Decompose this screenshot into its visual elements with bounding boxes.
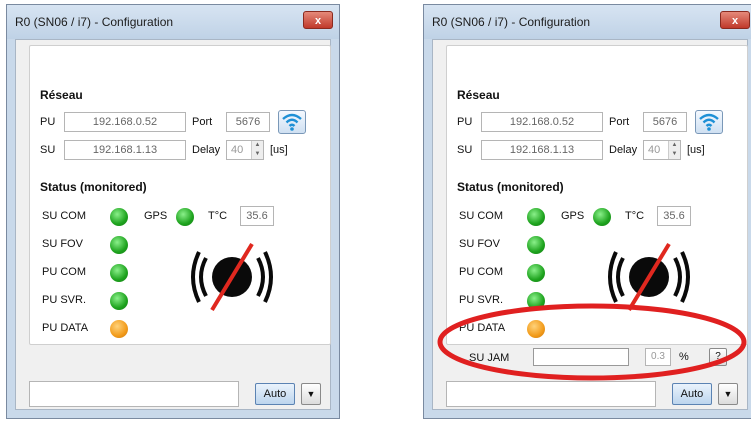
su-com-led <box>527 208 545 226</box>
temp-label: T°C <box>208 210 228 222</box>
gps-led <box>593 208 611 226</box>
temp-field: 35.6 <box>657 206 691 226</box>
port-label: Port <box>192 116 213 128</box>
su-ip-field[interactable]: 192.168.1.13 <box>481 140 603 160</box>
title-bar[interactable]: R0 (SN06 / i7) - Configuration x <box>7 5 339 39</box>
spinner-arrows[interactable]: ▲ ▼ <box>668 141 680 159</box>
chevron-down-icon: ▼ <box>723 389 733 399</box>
status-label-pu-svr: PU SVR. <box>42 294 87 306</box>
close-icon: x <box>731 15 739 27</box>
pu-ip-field[interactable]: 192.168.0.52 <box>481 112 603 132</box>
delay-label: Delay <box>192 144 221 156</box>
network-heading: Réseau <box>457 88 500 102</box>
window-title: R0 (SN06 / i7) - Configuration <box>432 15 591 29</box>
auto-button[interactable]: Auto <box>672 383 712 405</box>
window-title: R0 (SN06 / i7) - Configuration <box>15 15 174 29</box>
status-heading: Status (monitored) <box>40 180 147 194</box>
dropdown-button[interactable]: ▼ <box>301 383 321 405</box>
status-label-su-fov: SU FOV <box>42 238 83 250</box>
wifi-icon <box>282 113 302 131</box>
wifi-icon <box>699 113 719 131</box>
delay-value: 40 <box>648 144 661 156</box>
pu-com-led <box>110 264 128 282</box>
temp-label: T°C <box>625 210 645 222</box>
delay-unit: [us] <box>270 144 288 156</box>
close-button[interactable]: x <box>303 11 333 29</box>
status-label-su-com: SU COM <box>42 210 86 222</box>
close-button[interactable]: x <box>720 11 750 29</box>
status-label-pu-com: PU COM <box>459 266 503 278</box>
su-label: SU <box>40 144 56 156</box>
delay-unit: [us] <box>687 144 705 156</box>
arrow-up-icon: ▲ <box>671 142 678 148</box>
delay-spinner[interactable]: 40 ▲ ▼ <box>226 140 264 160</box>
close-icon: x <box>314 15 322 27</box>
status-label-su-com: SU COM <box>459 210 503 222</box>
status-label-su-fov: SU FOV <box>459 238 500 250</box>
arrow-down-icon: ▼ <box>254 151 261 157</box>
status-message-field <box>446 381 656 407</box>
su-ip-field[interactable]: 192.168.1.13 <box>64 140 186 160</box>
status-label-pu-com: PU COM <box>42 266 86 278</box>
temp-field: 35.6 <box>240 206 274 226</box>
pu-svr-led <box>110 292 128 310</box>
status-message-field <box>29 381 239 407</box>
gps-led <box>176 208 194 226</box>
transmitter-off-icon <box>190 238 274 316</box>
config-window-left: R0 (SN06 / i7) - Configuration x Réseau … <box>6 4 340 419</box>
port-field[interactable]: 5676 <box>226 112 270 132</box>
highlight-ellipse <box>437 303 747 381</box>
settings-panel: Réseau PU 192.168.0.52 Port 5676 SU 192.… <box>29 45 331 345</box>
pu-label: PU <box>457 116 473 128</box>
pu-label: PU <box>40 116 56 128</box>
dropdown-button[interactable]: ▼ <box>718 383 738 405</box>
pu-ip-field[interactable]: 192.168.0.52 <box>64 112 186 132</box>
su-label: SU <box>457 144 473 156</box>
title-bar[interactable]: R0 (SN06 / i7) - Configuration x <box>424 5 751 39</box>
chevron-down-icon: ▼ <box>306 389 316 399</box>
delay-label: Delay <box>609 144 638 156</box>
su-fov-led <box>110 236 128 254</box>
gps-label: GPS <box>144 210 168 222</box>
port-field[interactable]: 5676 <box>643 112 687 132</box>
arrow-up-icon: ▲ <box>254 142 261 148</box>
su-fov-led <box>527 236 545 254</box>
arrow-down-icon: ▼ <box>671 151 678 157</box>
delay-spinner[interactable]: 40 ▲ ▼ <box>643 140 681 160</box>
auto-button[interactable]: Auto <box>255 383 295 405</box>
gps-label: GPS <box>561 210 585 222</box>
pu-data-led <box>110 320 128 338</box>
delay-value: 40 <box>231 144 244 156</box>
pu-com-led <box>527 264 545 282</box>
status-label-pu-data: PU DATA <box>42 322 89 334</box>
spinner-arrows[interactable]: ▲ ▼ <box>251 141 263 159</box>
status-heading: Status (monitored) <box>457 180 564 194</box>
wifi-button[interactable] <box>278 110 306 134</box>
su-com-led <box>110 208 128 226</box>
network-heading: Réseau <box>40 88 83 102</box>
wifi-button[interactable] <box>695 110 723 134</box>
port-label: Port <box>609 116 630 128</box>
